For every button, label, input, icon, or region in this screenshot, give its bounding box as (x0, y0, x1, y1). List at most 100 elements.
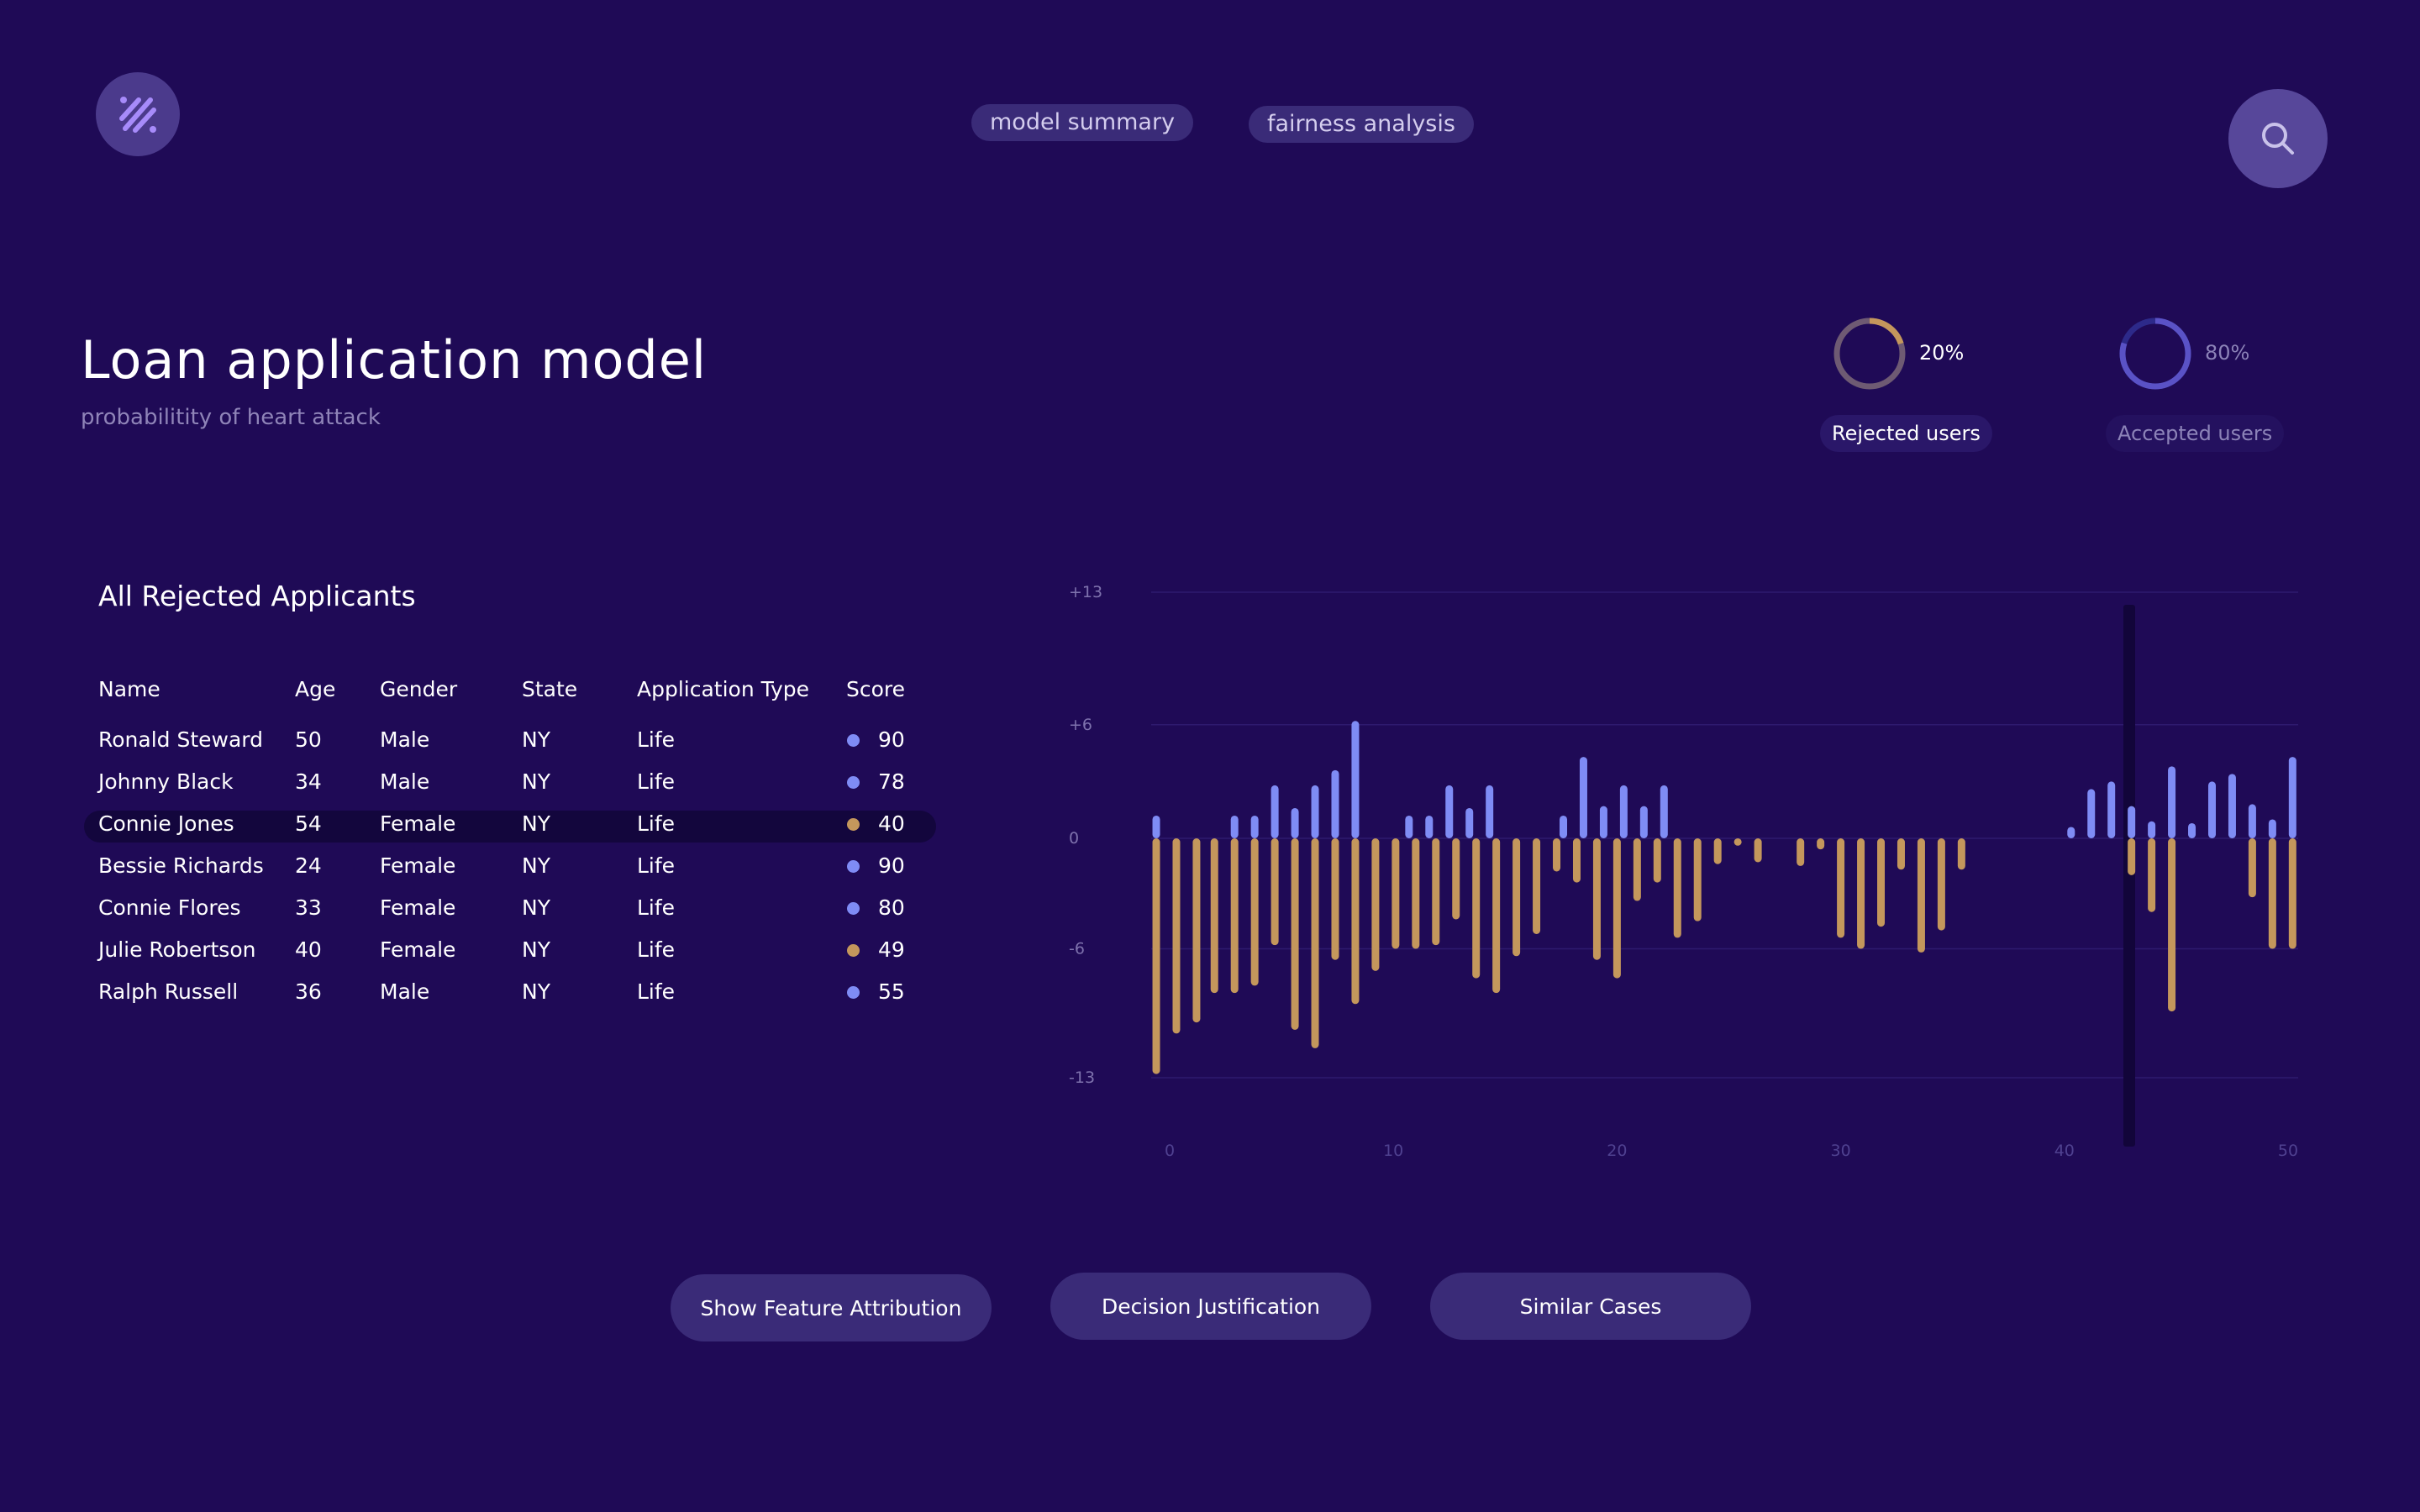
table-cell-name[interactable]: Ralph Russell (98, 979, 238, 1004)
chart-bar (1210, 838, 1218, 994)
column-header-name[interactable]: Name (98, 677, 160, 701)
chart-bar (1817, 838, 1825, 850)
chart-bar (1270, 785, 1279, 838)
table-cell-state: NY (522, 727, 550, 752)
chart-bar (1412, 838, 1420, 949)
table-cell-name[interactable]: Connie Flores (98, 895, 240, 920)
chart-bar (1837, 838, 1845, 938)
decision-justification-button[interactable]: Decision Justification (1050, 1273, 1371, 1340)
page-title: Loan application model (81, 329, 708, 391)
stat-rejected-label[interactable]: Rejected users (1820, 415, 1992, 452)
chart-bar (1533, 838, 1541, 934)
chart-bar (2248, 804, 2256, 838)
score-status-dot (847, 986, 860, 999)
tab-fairness-analysis[interactable]: fairness analysis (1249, 106, 1474, 143)
chart-bar (1917, 838, 1925, 953)
chart-bar (1331, 838, 1339, 960)
chart-bar (1612, 838, 1621, 979)
chart-bar (1512, 838, 1521, 957)
chart-bar (1937, 838, 1945, 931)
tab-model-summary[interactable]: model summary (971, 104, 1194, 141)
chart-bar (1371, 838, 1380, 971)
chart-bar (1432, 838, 1440, 946)
table-cell-score: 90 (878, 853, 905, 878)
chart-bar (2268, 838, 2276, 949)
table-cell-name[interactable]: Johnny Black (98, 769, 234, 794)
chart-bar (1465, 807, 1474, 838)
column-header-gender[interactable]: Gender (380, 677, 457, 701)
chart-bar (1331, 769, 1339, 838)
chart-bar (2228, 774, 2236, 838)
chart-bar (1405, 815, 1413, 838)
donut-accepted (2119, 318, 2191, 390)
column-header-age[interactable]: Age (295, 677, 335, 701)
table-cell-age: 50 (295, 727, 322, 752)
chart-bar (1619, 785, 1628, 838)
score-status-dot (847, 944, 860, 957)
table-cell-type: Life (637, 937, 676, 962)
table-cell-gender: Female (380, 811, 456, 836)
table-cell-score: 80 (878, 895, 905, 920)
table-cell-age: 40 (295, 937, 322, 962)
similar-cases-button[interactable]: Similar Cases (1430, 1273, 1751, 1340)
percent-slash-icon (119, 97, 156, 133)
table-cell-score: 90 (878, 727, 905, 752)
table-cell-score: 40 (878, 811, 905, 836)
table-cell-type: Life (637, 727, 676, 752)
chart-bar (1733, 838, 1742, 846)
chart-bar (1250, 815, 1259, 838)
chart-bar (1693, 838, 1702, 921)
chart-bar (1152, 838, 1160, 1074)
chart-bar (1599, 806, 1607, 838)
table-cell-name[interactable]: Bessie Richards (98, 853, 264, 878)
chart-bar (1797, 838, 1805, 866)
table-cell-state: NY (522, 769, 550, 794)
chart-bar (1579, 757, 1587, 838)
app-logo[interactable] (96, 72, 180, 156)
selected-case-marker (2123, 605, 2135, 1147)
table-cell-name[interactable]: Julie Robertson (98, 937, 255, 962)
chart-bar (2148, 821, 2156, 838)
table-cell-gender: Female (380, 853, 456, 878)
table-cell-name[interactable]: Connie Jones (98, 811, 234, 836)
chart-bar (1291, 838, 1299, 1030)
table-title: All Rejected Applicants (98, 580, 416, 612)
table-cell-name[interactable]: Ronald Steward (98, 727, 263, 752)
chart-bar (2188, 822, 2196, 838)
chart-bar (1633, 838, 1641, 901)
stat-accepted-label[interactable]: Accepted users (2106, 415, 2285, 452)
score-status-dot (847, 860, 860, 873)
chart-bar (1172, 838, 1181, 1034)
table-cell-state: NY (522, 979, 550, 1004)
y-tick-label: +13 (1069, 583, 1102, 601)
chart-bar (2168, 766, 2176, 838)
table-cell-age: 54 (295, 811, 322, 836)
table-cell-state: NY (522, 811, 550, 836)
table-cell-type: Life (637, 853, 676, 878)
table-cell-gender: Male (380, 769, 430, 794)
y-tick-label: 0 (1069, 829, 1079, 848)
chart-bar (1553, 838, 1561, 872)
chart-bar (1754, 838, 1762, 863)
search-button[interactable] (2228, 89, 2328, 188)
chart-bar (1486, 785, 1494, 838)
table-cell-age: 33 (295, 895, 322, 920)
column-header-score[interactable]: Score (846, 677, 905, 701)
x-tick-label: 20 (1607, 1142, 1627, 1160)
table-cell-type: Life (637, 769, 676, 794)
column-header-application-type[interactable]: Application Type (637, 677, 809, 701)
x-tick-label: 50 (2278, 1142, 2298, 1160)
search-icon (2262, 123, 2294, 155)
chart-bar (2148, 838, 2156, 912)
chart-bar (1560, 815, 1568, 838)
chart-bar (1472, 838, 1481, 979)
table-cell-age: 36 (295, 979, 322, 1004)
show-feature-attribution-button[interactable]: Show Feature Attribution (671, 1274, 992, 1341)
column-header-state[interactable]: State (522, 677, 577, 701)
chart-bar (1351, 721, 1360, 838)
table-cell-type: Life (637, 979, 676, 1004)
chart-bar (1452, 838, 1460, 920)
chart-bar (1152, 815, 1160, 838)
chart-bar (1230, 815, 1239, 838)
chart-bar (2248, 838, 2256, 898)
